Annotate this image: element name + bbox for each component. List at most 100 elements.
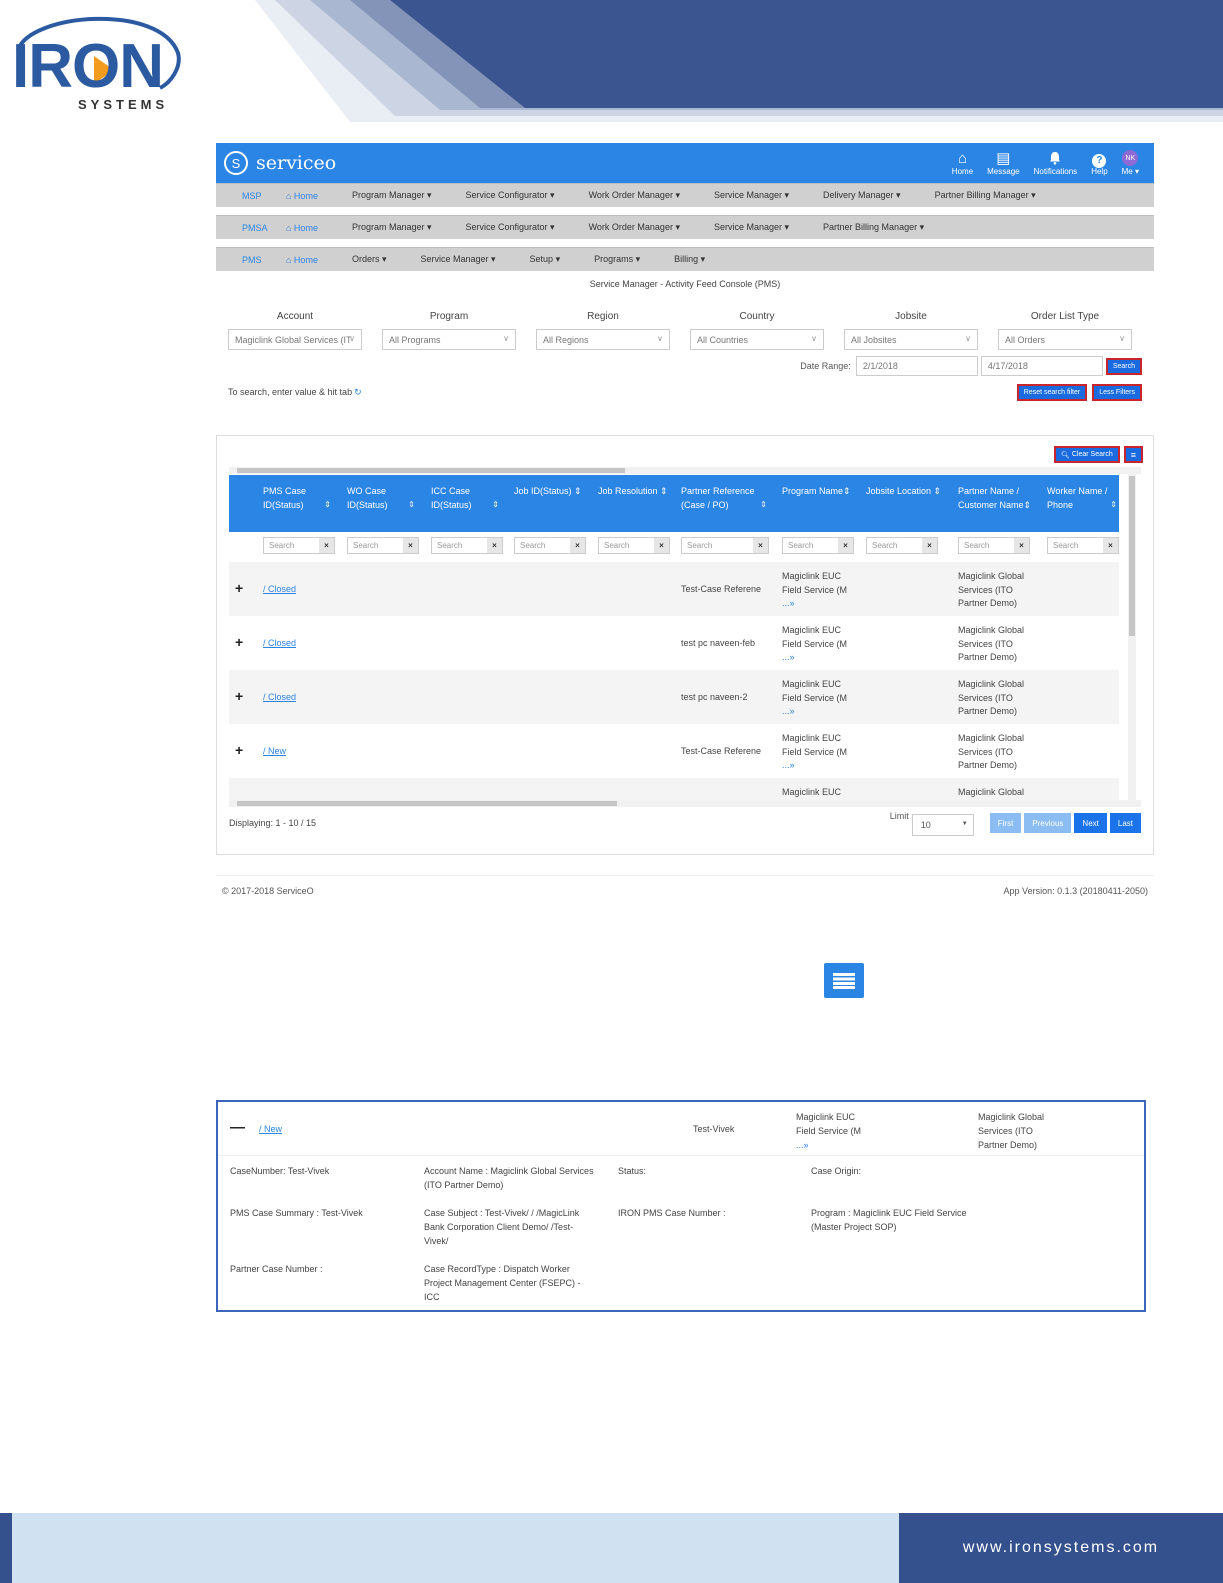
case-link[interactable]: / Closed xyxy=(263,638,296,648)
limit-select[interactable]: 10 ▼ xyxy=(911,813,974,836)
more-link[interactable]: ...» xyxy=(782,652,795,662)
column-header-job-id[interactable]: Job ID(Status) ⇕ xyxy=(514,484,594,498)
search-button[interactable]: Search xyxy=(1105,357,1142,375)
nav-role-label[interactable]: PMS xyxy=(216,255,286,265)
clear-icon[interactable]: × xyxy=(753,538,768,553)
case-link[interactable]: / New xyxy=(259,1124,282,1134)
column-search-input[interactable]: Search × xyxy=(958,537,1030,554)
nav-home-link[interactable]: ⌂ Home xyxy=(286,191,318,201)
clear-icon[interactable]: × xyxy=(1014,538,1029,553)
user-menu[interactable]: NK Me ▾ xyxy=(1115,150,1146,176)
column-search-input[interactable]: Search × xyxy=(866,537,938,554)
more-link[interactable]: ...» xyxy=(782,598,795,608)
nav-item-delivery-manager[interactable]: Delivery Manager ▾ xyxy=(823,190,901,201)
collapse-icon[interactable]: — xyxy=(230,1119,245,1136)
column-search-input[interactable]: Search × xyxy=(1047,537,1119,554)
notifications-button[interactable]: Notifications xyxy=(1027,151,1085,176)
clear-search-button[interactable]: 🔍︎ Clear Search xyxy=(1054,446,1120,463)
message-button[interactable]: ▤ Message xyxy=(980,151,1026,177)
date-from-input[interactable]: 2/1/2018 xyxy=(855,356,978,376)
more-link[interactable]: ...» xyxy=(782,760,795,770)
clear-icon[interactable]: × xyxy=(487,538,502,553)
filter-label: Country xyxy=(739,311,775,322)
nav-item-service-manager[interactable]: Service Manager ▾ xyxy=(714,190,789,201)
expand-icon[interactable]: + xyxy=(235,580,243,596)
nav-home-link[interactable]: ⌂ Home xyxy=(286,255,318,265)
column-search-input[interactable]: Search × xyxy=(598,537,670,554)
column-header-wo-case[interactable]: WO Case ID(Status) ⇕ xyxy=(347,484,415,512)
clear-icon[interactable]: × xyxy=(1103,538,1118,553)
nav-role-label[interactable]: MSP xyxy=(216,191,286,201)
column-menu-button[interactable]: ≡ xyxy=(1123,446,1143,463)
column-search-input[interactable]: Search × xyxy=(681,537,769,554)
next-page-button[interactable]: Next xyxy=(1074,813,1107,833)
more-link[interactable]: ...» xyxy=(782,706,795,716)
nav-item-work-order-manager[interactable]: Work Order Manager ▾ xyxy=(589,190,680,201)
column-search-input[interactable]: Search × xyxy=(347,537,419,554)
column-header-worker-name[interactable]: Worker Name / Phone ⇕ xyxy=(1047,484,1117,512)
clear-icon[interactable]: × xyxy=(403,538,418,553)
nav-item-service-configurator[interactable]: Service Configurator ▾ xyxy=(466,190,555,201)
program-name: Magiclink EUC Field Service (M...» xyxy=(782,733,848,770)
case-link[interactable]: / Closed xyxy=(263,584,296,594)
region-select[interactable]: All Regions ∨ xyxy=(536,329,670,350)
column-header-pms-case[interactable]: PMS Case ID(Status) ⇕ xyxy=(263,484,331,512)
nav-item-program-manager[interactable]: Program Manager ▾ xyxy=(352,190,432,201)
reset-search-filter-button[interactable]: Reset search filter xyxy=(1016,384,1088,401)
nav-home-link[interactable]: ⌂ Home xyxy=(286,223,318,233)
serviceo-brand[interactable]: S serviceo xyxy=(224,151,336,175)
column-header-partner-reference[interactable]: Partner Reference (Case / PO) ⇕ xyxy=(681,484,767,512)
clear-icon[interactable]: × xyxy=(654,538,669,553)
expand-icon[interactable]: + xyxy=(235,634,243,650)
column-header-program-name[interactable]: Program Name⇕ xyxy=(782,484,862,498)
column-header-job-resolution[interactable]: Job Resolution ⇕ xyxy=(598,484,678,498)
nav-role-label[interactable]: PMSA xyxy=(216,223,286,233)
case-link[interactable]: / Closed xyxy=(263,692,296,702)
column-search-input[interactable]: Search × xyxy=(263,537,335,554)
less-filters-button[interactable]: Less Filters xyxy=(1092,384,1142,401)
jobsite-select[interactable]: All Jobsites ∨ xyxy=(844,329,978,350)
nav-item-service-manager[interactable]: Service Manager ▾ xyxy=(714,222,789,233)
account-select[interactable]: Magiclink Global Services (IT ∨ xyxy=(228,329,362,350)
column-header-icc-case[interactable]: ICC Case ID(Status) ⇕ xyxy=(431,484,499,512)
nav-item-work-order-manager[interactable]: Work Order Manager ▾ xyxy=(589,222,680,233)
nav-item-orders[interactable]: Orders ▾ xyxy=(352,254,387,265)
program-select[interactable]: All Programs ∨ xyxy=(382,329,516,350)
column-header-partner-name[interactable]: Partner Name / Customer Name⇕ xyxy=(958,484,1042,512)
home-nav-button[interactable]: ⌂ Home xyxy=(945,151,980,177)
nav-item-partner-billing-manager[interactable]: Partner Billing Manager ▾ xyxy=(935,190,1036,201)
displaying-count: Displaying: 1 - 10 / 15 xyxy=(229,818,317,828)
nav-item-program-manager[interactable]: Program Manager ▾ xyxy=(352,222,432,233)
nav-item-service-configurator[interactable]: Service Configurator ▾ xyxy=(466,222,555,233)
clear-icon[interactable]: × xyxy=(838,538,853,553)
horizontal-scrollbar[interactable] xyxy=(229,800,1141,807)
nav-item-partner-billing-manager[interactable]: Partner Billing Manager ▾ xyxy=(823,222,924,233)
vertical-scrollbar[interactable] xyxy=(1128,472,1136,802)
column-search-input[interactable]: Search × xyxy=(782,537,854,554)
horizontal-scrollbar[interactable] xyxy=(229,467,1141,474)
expand-icon[interactable]: + xyxy=(235,688,243,704)
nav-item-programs[interactable]: Programs ▾ xyxy=(594,254,640,265)
nav-item-setup[interactable]: Setup ▾ xyxy=(530,254,561,265)
more-link[interactable]: ...» xyxy=(796,1140,809,1150)
date-to-input[interactable]: 4/17/2018 xyxy=(980,356,1103,376)
clear-icon[interactable]: × xyxy=(319,538,334,553)
last-page-button[interactable]: Last xyxy=(1109,813,1141,833)
help-button[interactable]: ? Help xyxy=(1084,151,1114,176)
clear-icon[interactable]: × xyxy=(922,538,937,553)
partner-reference: Test-Case Referene xyxy=(681,746,762,756)
nav-item-billing[interactable]: Billing ▾ xyxy=(674,254,705,265)
case-link[interactable]: / New xyxy=(263,746,286,756)
column-search-input[interactable]: Search × xyxy=(431,537,503,554)
column-header-jobsite-location[interactable]: Jobsite Location ⇕ xyxy=(866,484,952,498)
order-list-type-select[interactable]: All Orders ∨ xyxy=(998,329,1132,350)
country-select[interactable]: All Countries ∨ xyxy=(690,329,824,350)
column-search-input[interactable]: Search × xyxy=(514,537,586,554)
first-page-button[interactable]: First xyxy=(989,813,1022,833)
expand-icon[interactable]: + xyxy=(235,742,243,758)
nav-item-service-manager[interactable]: Service Manager ▾ xyxy=(420,254,495,265)
grid-filter-row: Search × Search × Search × Search × Search × … xyxy=(229,532,1119,562)
clear-icon[interactable]: × xyxy=(570,538,585,553)
refresh-icon[interactable]: ↻ xyxy=(354,387,362,397)
previous-page-button[interactable]: Previous xyxy=(1024,813,1072,833)
